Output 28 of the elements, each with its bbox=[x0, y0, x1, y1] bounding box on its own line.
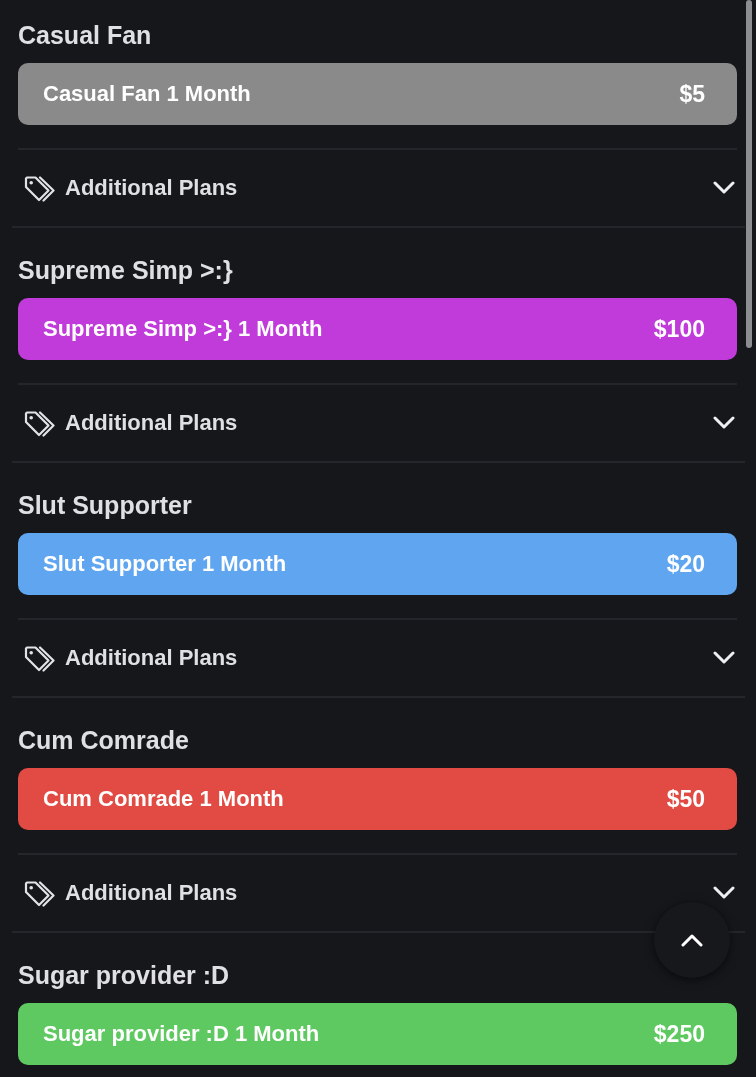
additional-plans-toggle[interactable]: Additional Plans bbox=[12, 620, 745, 696]
tags-icon bbox=[24, 879, 57, 907]
scrollbar-thumb[interactable] bbox=[746, 0, 752, 348]
tier-title: Cum Comrade bbox=[18, 725, 189, 755]
chevron-up-icon bbox=[681, 933, 703, 947]
plan-price: $5 bbox=[679, 80, 705, 108]
tier-title: Casual Fan bbox=[18, 20, 152, 50]
plan-price: $250 bbox=[653, 1020, 705, 1048]
plan-button[interactable]: Supreme Simp >:} 1 Month $100 bbox=[18, 298, 737, 360]
additional-plans-toggle[interactable]: Additional Plans bbox=[12, 385, 745, 461]
tags-icon bbox=[24, 409, 57, 437]
chevron-icon bbox=[713, 886, 735, 900]
additional-plans-toggle[interactable]: Additional Plans bbox=[12, 150, 745, 226]
plan-price: $100 bbox=[653, 315, 705, 343]
plan-button[interactable]: Casual Fan 1 Month $5 bbox=[18, 63, 737, 125]
plan-button[interactable]: Cum Comrade 1 Month $50 bbox=[18, 768, 737, 830]
tags-icon bbox=[24, 174, 57, 202]
chevron-icon bbox=[713, 416, 735, 430]
tier-title: Sugar provider :D bbox=[18, 960, 230, 990]
plan-button[interactable]: Slut Supporter 1 Month $20 bbox=[18, 533, 737, 595]
tags-icon bbox=[24, 644, 57, 672]
chevron-icon bbox=[713, 651, 735, 665]
tier-title: Supreme Simp >:} bbox=[18, 255, 233, 285]
tier-title: Slut Supporter bbox=[18, 490, 192, 520]
chevron-icon bbox=[713, 181, 735, 195]
plan-price: $20 bbox=[666, 550, 705, 578]
plan-price: $50 bbox=[666, 785, 705, 813]
additional-plans-toggle[interactable]: Additional Plans bbox=[12, 855, 745, 931]
